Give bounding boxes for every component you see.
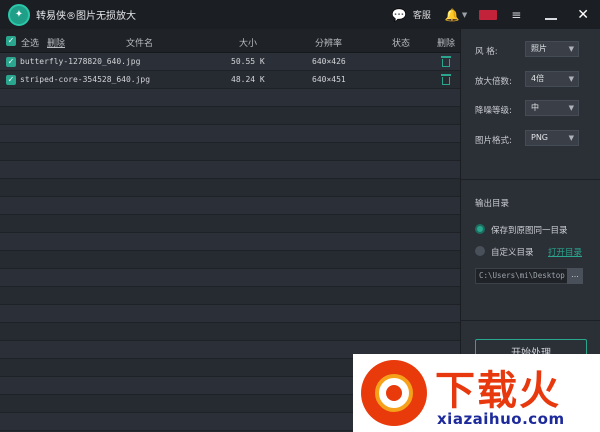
denoise-select[interactable]: 中 ▼: [525, 100, 579, 116]
delete-selected-link[interactable]: 删除: [47, 36, 65, 49]
style-select[interactable]: 照片 ▼: [525, 41, 579, 57]
row-checkbox[interactable]: ✓: [6, 57, 16, 67]
file-resolution: 640×426: [312, 57, 346, 66]
close-button[interactable]: ✕: [577, 7, 589, 23]
file-resolution: 640×451: [312, 75, 346, 84]
browse-button[interactable]: ...: [567, 268, 583, 284]
watermark-text: 下载火: [435, 368, 561, 414]
column-filename: 文件名: [126, 39, 154, 49]
denoise-value: 中: [531, 103, 539, 112]
empty-row: [0, 125, 460, 143]
scale-label: 放大倍数:: [475, 77, 512, 87]
bell-icon[interactable]: 🔔: [445, 8, 460, 22]
minimize-button[interactable]: [545, 17, 558, 20]
empty-row: [0, 269, 460, 287]
file-size: 50.55 K: [231, 57, 265, 66]
app-logo-icon: ✦: [8, 3, 30, 26]
column-size: 大小: [239, 39, 258, 49]
trash-icon[interactable]: [441, 74, 451, 85]
column-delete: 删除: [437, 39, 456, 49]
file-name: butterfly-1278820_640.jpg: [20, 57, 141, 66]
output-dir-title: 输出目录: [475, 199, 510, 209]
empty-row: [0, 107, 460, 125]
style-label: 风 格:: [475, 47, 498, 57]
select-all-label: 全选: [21, 39, 40, 49]
customer-service-link[interactable]: 客服: [413, 8, 431, 21]
chat-icon[interactable]: 💬: [392, 8, 407, 22]
table-header: ✓ 全选 删除 文件名 大小 分辨率 状态 删除: [0, 29, 460, 53]
chevron-down-icon: ▼: [568, 75, 574, 83]
watermark-url: xiazaihuo.com: [437, 410, 565, 428]
empty-row: [0, 251, 460, 269]
chevron-down-icon[interactable]: ▼: [462, 11, 467, 19]
open-dir-link[interactable]: 打开目录: [548, 246, 582, 258]
column-resolution: 分辨率: [315, 39, 343, 49]
format-value: PNG: [531, 133, 549, 142]
file-size: 48.24 K: [231, 75, 265, 84]
empty-row: [0, 215, 460, 233]
empty-row: [0, 143, 460, 161]
table-row[interactable]: ✓ striped-core-354528_640.jpg 48.24 K 64…: [0, 71, 460, 89]
panel-divider: [461, 320, 600, 321]
radio-custom-dir-label[interactable]: 自定义目录: [491, 246, 534, 258]
empty-row: [0, 233, 460, 251]
style-value: 照片: [531, 44, 547, 53]
empty-row: [0, 323, 460, 341]
app-title: 转易侠®图片无损放大: [36, 11, 136, 22]
chevron-down-icon: ▼: [568, 134, 574, 142]
trash-icon[interactable]: [441, 56, 451, 67]
vip-badge-icon[interactable]: [479, 9, 498, 20]
chevron-down-icon: ▼: [568, 104, 574, 112]
row-checkbox[interactable]: ✓: [6, 75, 16, 85]
file-name: striped-core-354528_640.jpg: [20, 75, 151, 84]
radio-same-dir[interactable]: [475, 224, 485, 234]
title-bar: ✦ 转易侠®图片无损放大 💬 客服 🔔 ▼ ≡ ✕: [0, 0, 600, 29]
watermark-logo-icon: [361, 360, 427, 426]
select-all-checkbox[interactable]: ✓: [6, 36, 16, 46]
watermark: 下载火 xiazaihuo.com: [353, 354, 600, 432]
panel-divider: [461, 179, 600, 180]
format-select[interactable]: PNG ▼: [525, 130, 579, 146]
empty-row: [0, 89, 460, 107]
empty-row: [0, 161, 460, 179]
empty-row: [0, 179, 460, 197]
menu-icon[interactable]: ≡: [511, 8, 521, 22]
radio-custom-dir[interactable]: [475, 246, 485, 256]
table-row[interactable]: ✓ butterfly-1278820_640.jpg 50.55 K 640×…: [0, 53, 460, 71]
output-path-input[interactable]: C:\Users\mi\Desktop: [475, 268, 569, 284]
radio-same-dir-label[interactable]: 保存到原图同一目录: [491, 224, 568, 236]
column-status: 状态: [392, 39, 411, 49]
empty-row: [0, 197, 460, 215]
scale-select[interactable]: 4倍 ▼: [525, 71, 579, 87]
format-label: 图片格式:: [475, 136, 512, 146]
chevron-down-icon: ▼: [568, 45, 574, 53]
empty-row: [0, 287, 460, 305]
empty-row: [0, 305, 460, 323]
denoise-label: 降噪等级:: [475, 106, 512, 116]
scale-value: 4倍: [531, 74, 545, 83]
